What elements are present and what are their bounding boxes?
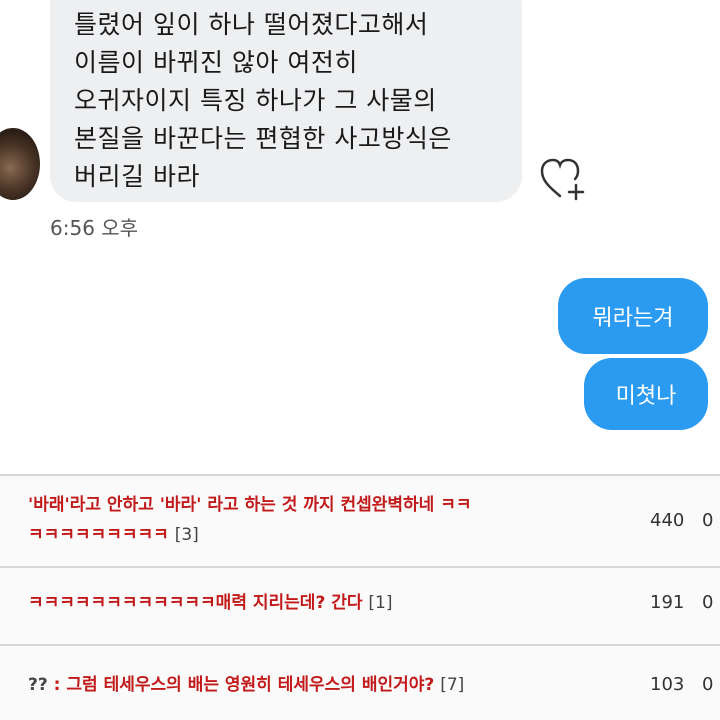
heart-plus-icon[interactable] — [538, 156, 590, 202]
downvote-count: 0 — [702, 592, 714, 613]
downvote-count: 0 — [702, 674, 714, 695]
reply-count[interactable]: [1] — [368, 593, 392, 613]
comment-text: ?? : 그럼 테세우스의 배는 영원히 테세우스의 배인거야? [7] — [28, 670, 464, 700]
comment-prefix: ?? — [28, 675, 48, 695]
upvote-count: 440 — [650, 510, 685, 531]
comment-row[interactable]: ㅋㅋㅋㅋㅋㅋㅋㅋㅋㅋㅋㅋ매력 지리는데? 간다 [1] 191 0 — [0, 566, 720, 644]
comment-line: ㅋㅋㅋㅋㅋㅋㅋㅋㅋㅋㅋㅋ매력 지리는데? 간다 — [28, 593, 363, 613]
message-line: 틀렸어 잎이 하나 떨어졌다고해서 — [74, 10, 429, 39]
comment-line: : 그럼 테세우스의 배는 영원히 테세우스의 배인거야? — [53, 675, 435, 695]
message-line: 버리길 바라 — [74, 162, 200, 191]
comment-row[interactable]: '바래'라고 안하고 '바라' 라고 하는 것 까지 컨셉완벽하네 ㅋㅋ ㅋㅋㅋ… — [0, 474, 720, 566]
downvote-count: 0 — [702, 510, 714, 531]
avatar[interactable] — [0, 128, 40, 200]
comment-row[interactable]: ?? : 그럼 테세우스의 배는 영원히 테세우스의 배인거야? [7] 103… — [0, 644, 720, 720]
outgoing-message-bubble[interactable]: 미쳣나 — [584, 358, 708, 430]
comment-line: ㅋㅋㅋㅋㅋㅋㅋㅋㅋ — [28, 525, 169, 545]
upvote-count: 191 — [650, 592, 685, 613]
message-line: 이름이 바뀌진 않아 여전히 — [74, 48, 358, 77]
comment-text: '바래'라고 안하고 '바라' 라고 하는 것 까지 컨셉완벽하네 ㅋㅋ ㅋㅋㅋ… — [28, 490, 472, 550]
upvote-count: 103 — [650, 674, 685, 695]
message-line: 본질을 바꾼다는 편협한 사고방식은 — [74, 124, 452, 153]
comment-line: '바래'라고 안하고 '바라' 라고 하는 것 까지 컨셉완벽하네 ㅋㅋ — [28, 495, 472, 515]
reply-count[interactable]: [7] — [440, 675, 464, 695]
outgoing-message-bubble[interactable]: 뭐라는겨 — [558, 278, 708, 354]
message-timestamp: 6:56 오후 — [50, 216, 139, 240]
reply-count[interactable]: [3] — [175, 525, 199, 545]
message-line: 오귀자이지 특징 하나가 그 사물의 — [74, 86, 437, 115]
comment-text: ㅋㅋㅋㅋㅋㅋㅋㅋㅋㅋㅋㅋ매력 지리는데? 간다 [1] — [28, 588, 393, 618]
incoming-message-bubble[interactable]: 틀렸어 잎이 하나 떨어졌다고해서 이름이 바뀌진 않아 여전히 오귀자이지 특… — [50, 0, 522, 202]
